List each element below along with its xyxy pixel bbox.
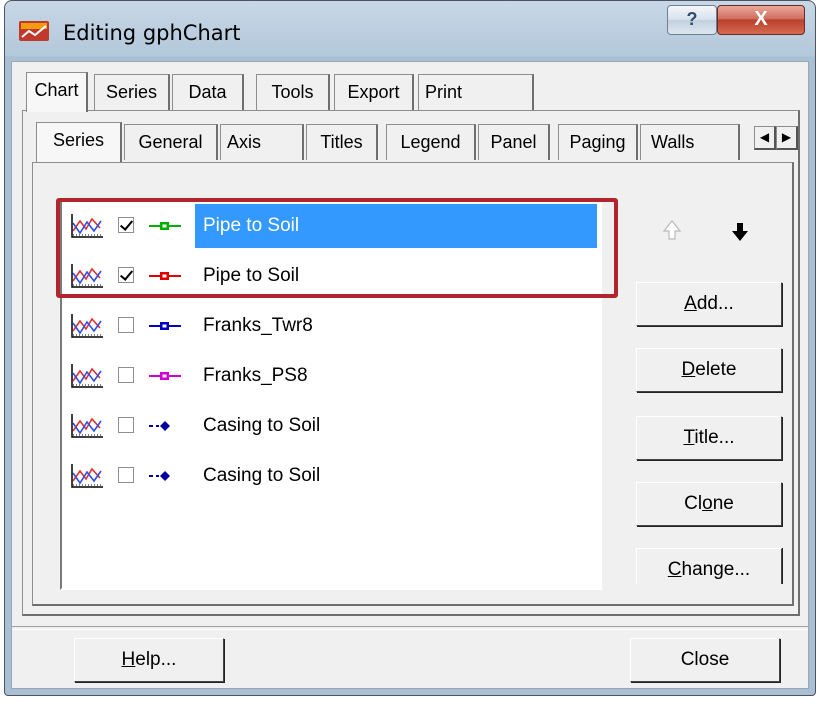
- subtab-panel[interactable]: Panel: [478, 124, 550, 160]
- arrow-up-icon[interactable]: [660, 218, 684, 242]
- series-list-item[interactable]: Franks_Twr8: [64, 304, 598, 348]
- add-label-key: A: [684, 293, 697, 314]
- tab-series-main[interactable]: Series: [94, 74, 170, 110]
- tab-tools[interactable]: Tools: [256, 74, 330, 110]
- series-label: Casing to Soil: [203, 465, 321, 486]
- title-label-key: T: [683, 427, 695, 448]
- series-list-item[interactable]: Casing to Soil: [64, 404, 598, 448]
- subtab-axis[interactable]: Axis: [220, 124, 304, 160]
- title-label-post: itle...: [694, 427, 735, 448]
- dialog-client: Chart Series Data Tools Export Print Ser…: [11, 61, 809, 689]
- line-series-icon: [71, 464, 103, 488]
- change-series-button[interactable]: Change...: [636, 548, 782, 584]
- subtab-series[interactable]: Series: [36, 122, 122, 162]
- close-button[interactable]: Close: [630, 638, 780, 682]
- editor-window: Editing gphChart ? X Chart Series Data T…: [4, 0, 816, 696]
- close-label: Close: [680, 649, 730, 670]
- delete-series-button[interactable]: Delete: [636, 348, 782, 392]
- delete-label-post: elete: [695, 359, 737, 380]
- subtab-walls[interactable]: Walls: [640, 124, 740, 160]
- series-visible-checkbox[interactable]: [118, 367, 134, 383]
- series-label: Franks_Twr8: [203, 315, 313, 336]
- help-title-button[interactable]: ?: [667, 5, 717, 35]
- series-marker-icon: [149, 471, 170, 481]
- line-series-icon: [71, 414, 103, 438]
- line-series-icon: [71, 364, 103, 388]
- series-label: Franks_PS8: [203, 365, 308, 386]
- tab-chart[interactable]: Chart: [26, 72, 88, 112]
- title-bar[interactable]: Editing gphChart ? X: [5, 1, 815, 61]
- series-marker-icon: [149, 421, 170, 431]
- clone-label-key: o: [702, 493, 713, 514]
- series-marker-icon: [149, 372, 181, 380]
- series-list-item[interactable]: Casing to Soil: [64, 454, 598, 498]
- tab-export[interactable]: Export: [334, 74, 414, 110]
- tab-scroll-right-icon[interactable]: ▶: [776, 126, 798, 150]
- series-marker-icon: [149, 322, 181, 330]
- subtab-titles[interactable]: Titles: [306, 124, 378, 160]
- help-label-key: H: [121, 649, 136, 670]
- help-label-post: elp...: [135, 649, 177, 670]
- series-visible-checkbox[interactable]: [118, 317, 134, 333]
- series-list-item[interactable]: Franks_PS8: [64, 354, 598, 398]
- line-series-icon: [71, 314, 103, 338]
- title-series-button[interactable]: Title...: [636, 416, 782, 460]
- delete-label-key: D: [681, 359, 696, 380]
- add-label-post: dd...: [696, 293, 734, 314]
- add-series-button[interactable]: Add...: [636, 282, 782, 326]
- clone-label-post: ne: [712, 493, 734, 514]
- clone-label-pre: Cl: [684, 493, 703, 514]
- close-window-button[interactable]: X: [717, 5, 805, 35]
- subtab-legend[interactable]: Legend: [386, 124, 476, 160]
- help-button[interactable]: Help...: [74, 638, 224, 682]
- window-title: Editing gphChart: [63, 21, 241, 45]
- subtab-paging[interactable]: Paging: [558, 124, 638, 160]
- tab-data[interactable]: Data: [172, 74, 244, 110]
- subtab-general[interactable]: General: [124, 124, 218, 160]
- series-visible-checkbox[interactable]: [118, 467, 134, 483]
- tab-print[interactable]: Print: [418, 74, 534, 110]
- change-label-key: C: [667, 559, 682, 580]
- series-visible-checkbox[interactable]: [118, 417, 134, 433]
- arrow-down-icon[interactable]: [728, 220, 752, 244]
- chart-app-icon: [19, 21, 49, 41]
- footer-divider: [12, 626, 808, 630]
- annotation-highlight-frame: [56, 198, 618, 298]
- clone-series-button[interactable]: Clone: [636, 482, 782, 526]
- change-label-post: hange...: [681, 559, 751, 580]
- series-label: Casing to Soil: [203, 415, 321, 436]
- tab-scroll-left-icon[interactable]: ◀: [754, 126, 776, 150]
